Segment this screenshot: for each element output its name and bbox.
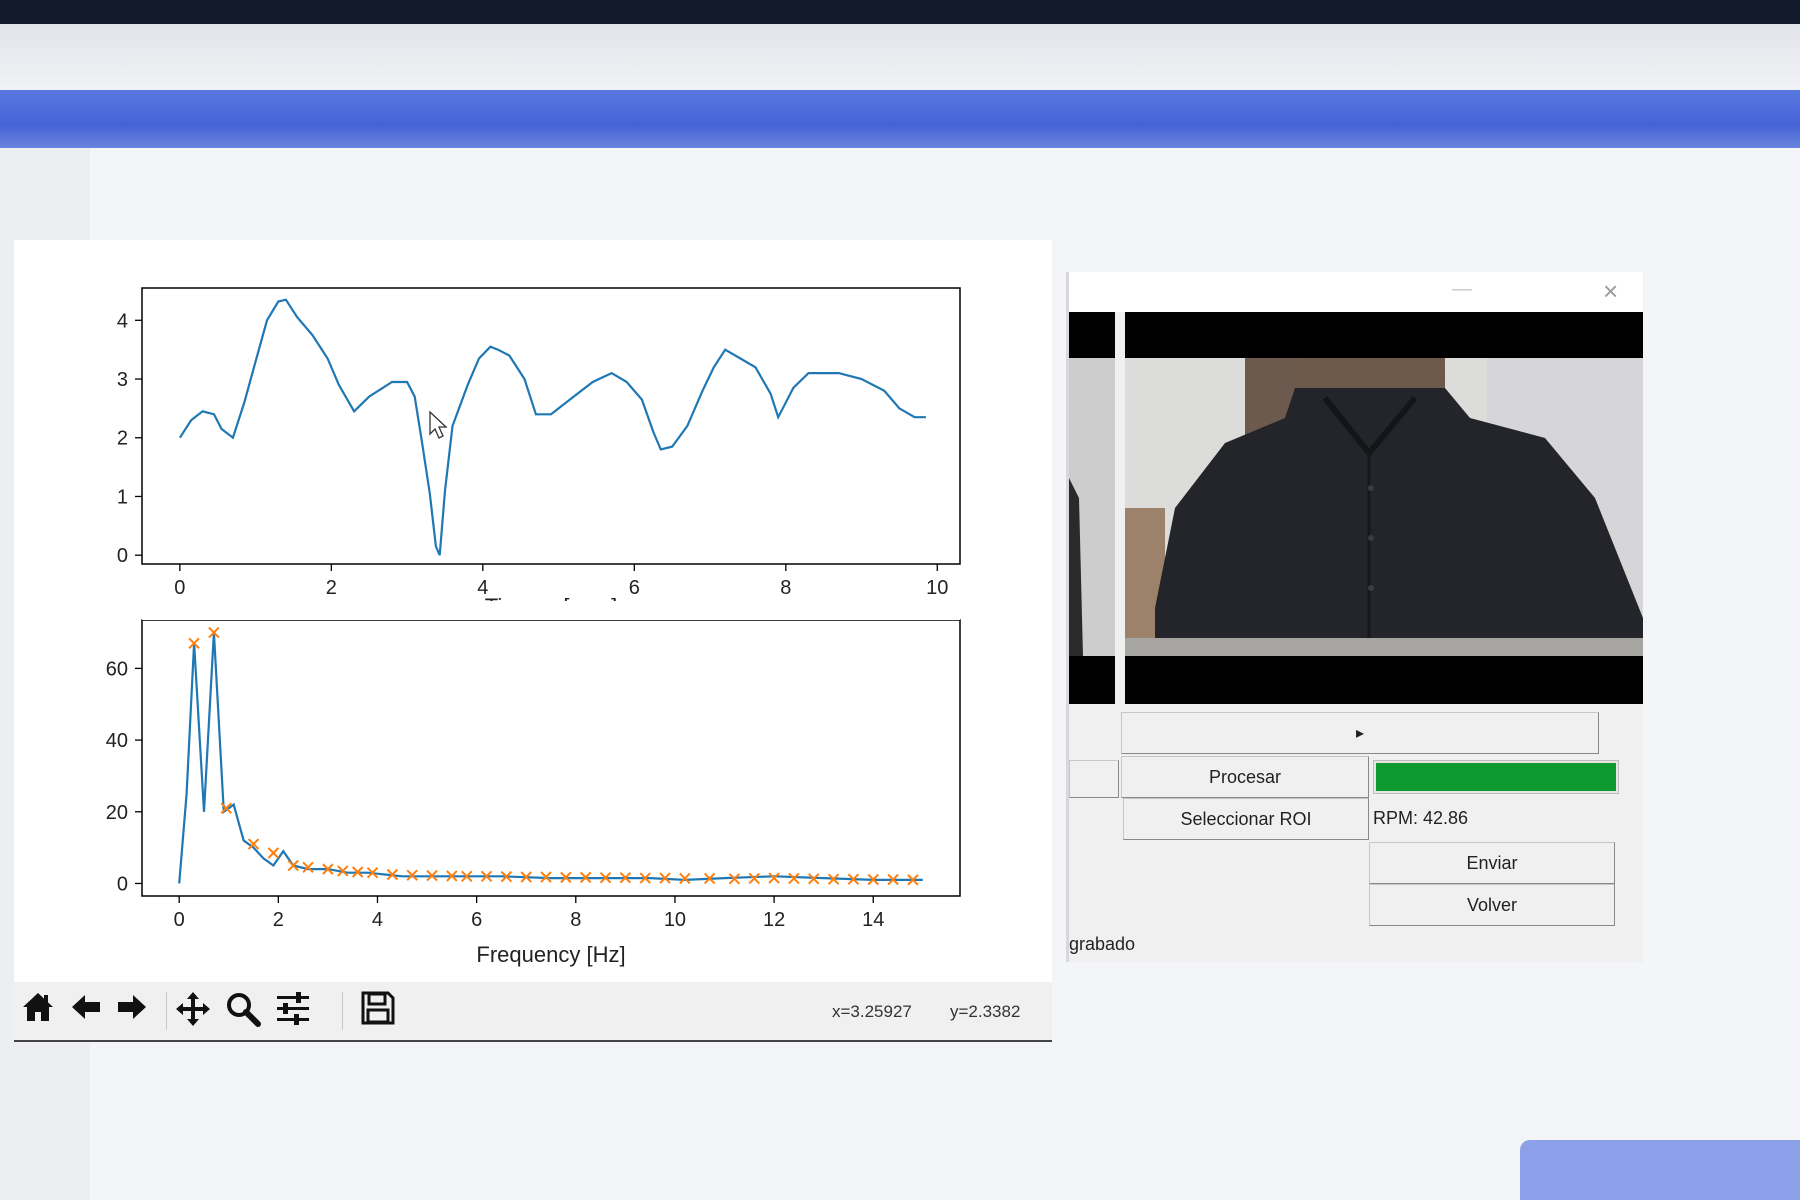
video-preview-left-image: [1069, 358, 1115, 656]
navigation-toolbar: x=3.25927 y=2.3382: [14, 982, 1052, 1042]
app-header-bar: [0, 90, 1800, 148]
time-signal-axes: 0246810 01234 Tiempo [seg.]: [117, 287, 961, 619]
x-tick-label: 4: [372, 909, 383, 931]
back-button[interactable]: [68, 990, 112, 1032]
x-tick-label: 0: [174, 909, 185, 931]
browser-top-bar: [0, 0, 1800, 24]
arrow-left-icon: [72, 995, 100, 1019]
sliders-icon: [277, 992, 309, 1025]
seleccionar-roi-label: Seleccionar ROI: [1180, 808, 1312, 829]
x-tick-label: 2: [326, 577, 337, 599]
enviar-button[interactable]: Enviar: [1369, 842, 1615, 884]
save-button[interactable]: [360, 990, 404, 1032]
y-tick-label: 60: [106, 658, 128, 680]
procesar-label: Procesar: [1208, 766, 1282, 787]
configure-subplots-button[interactable]: [274, 990, 318, 1032]
video-window-titlebar: — ×: [1069, 272, 1643, 312]
y-tick-label: 0: [117, 873, 128, 895]
x-tick-label: 10: [664, 909, 686, 931]
processing-progress-bar: [1373, 760, 1619, 794]
minimize-icon[interactable]: —: [1452, 278, 1472, 301]
y-tick-label: 4: [117, 310, 128, 332]
cursor-x-coordinate: x=3.25927: [832, 1002, 912, 1021]
x-tick-label: 12: [763, 909, 785, 931]
person-silhouette-icon: [1125, 358, 1643, 656]
plot-window: 0246810 01234 Tiempo [seg.] 02468101214 …: [14, 240, 1052, 1042]
left-edge-button[interactable]: [1069, 760, 1119, 798]
browser-address-bar: [0, 24, 1800, 90]
forward-button[interactable]: [114, 990, 158, 1032]
volver-label: Volver: [1466, 894, 1518, 915]
zoom-button[interactable]: [224, 990, 268, 1032]
background-badge: [1520, 1140, 1800, 1200]
x-tick-label: 6: [629, 577, 640, 599]
volver-button[interactable]: Volver: [1369, 884, 1615, 926]
video-window: — × ▸ Procesar Seleccionar ROI RPM: 42.8…: [1066, 272, 1643, 962]
x-tick-label: 6: [471, 909, 482, 931]
frequency-axes: 0 2 4 6 8 10 12 14 0 20 40 60 Frequency [Hz]: [106, 619, 961, 967]
y-tick-label: 40: [106, 730, 128, 752]
enviar-label: Enviar: [1466, 852, 1518, 873]
pan-arrows-icon: [176, 992, 210, 1026]
status-label: grabado: [1069, 934, 1136, 954]
x-tick-label: 8: [780, 577, 791, 599]
cursor-y-coordinate: y=2.3382: [950, 1002, 1021, 1021]
close-icon[interactable]: ×: [1603, 276, 1618, 307]
frequency-axis-xlabel: Frequency [Hz]: [476, 942, 625, 967]
y-tick-label: 1: [117, 486, 128, 508]
x-tick-label: 10: [926, 577, 948, 599]
seleccionar-roi-button[interactable]: Seleccionar ROI: [1123, 798, 1369, 840]
pan-button[interactable]: [174, 990, 218, 1032]
y-tick-label: 0: [117, 545, 128, 567]
arrow-right-icon: [118, 995, 146, 1019]
frequency-axes-frame: [141, 619, 961, 897]
floppy-disk-icon: [361, 991, 395, 1025]
toolbar-separator: [166, 992, 167, 1030]
y-tick-label: 2: [117, 428, 128, 450]
rpm-readout: RPM: 42.86: [1373, 808, 1469, 828]
x-tick-label: 14: [862, 909, 884, 931]
x-tick-label: 8: [570, 909, 581, 931]
webcam-video-frame: [1125, 358, 1643, 656]
axes-overlap-mask: [142, 601, 960, 620]
y-tick-label: 20: [106, 802, 128, 824]
toolbar-separator: [342, 992, 343, 1030]
magnifier-icon: [227, 993, 261, 1027]
play-icon: ▸: [1355, 725, 1365, 742]
procesar-button[interactable]: Procesar: [1121, 756, 1369, 798]
play-button[interactable]: ▸: [1121, 712, 1599, 754]
figure-canvas[interactable]: 0246810 01234 Tiempo [seg.] 02468101214 …: [14, 240, 1052, 982]
progress-fill: [1376, 763, 1616, 791]
y-tick-label: 3: [117, 369, 128, 391]
x-tick-label: 0: [174, 577, 185, 599]
x-tick-label: 2: [273, 909, 284, 931]
home-icon: [23, 993, 53, 1021]
home-button[interactable]: [20, 990, 64, 1032]
